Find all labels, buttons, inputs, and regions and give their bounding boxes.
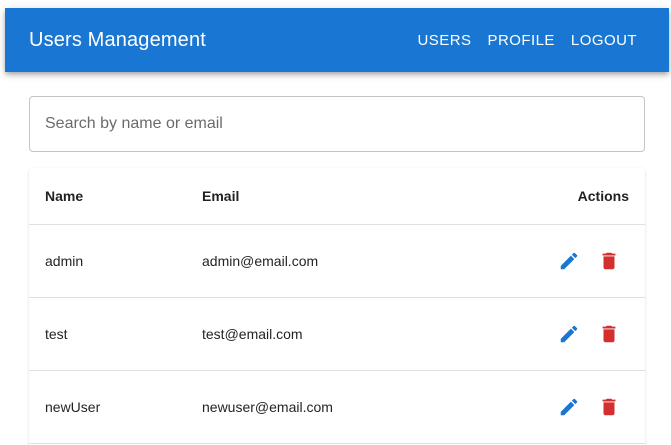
row-actions — [549, 241, 629, 281]
nav-profile-button[interactable]: PROFILE — [479, 26, 562, 55]
user-name: newUser — [45, 399, 101, 415]
nav-logout-button[interactable]: LOGOUT — [563, 26, 645, 55]
user-name: admin — [45, 253, 84, 269]
users-table: Name Email Actions admin admin@email.com — [29, 168, 645, 445]
column-header-actions: Actions — [577, 188, 629, 204]
nav-menu: USERS PROFILE LOGOUT — [410, 26, 646, 55]
row-actions — [549, 387, 629, 427]
edit-button[interactable] — [549, 314, 589, 354]
delete-icon — [602, 398, 616, 416]
edit-icon — [560, 325, 578, 343]
row-actions — [549, 314, 629, 354]
delete-icon — [602, 252, 616, 270]
table-row: test test@email.com — [29, 298, 645, 371]
delete-button[interactable] — [589, 387, 629, 427]
user-email: test@email.com — [202, 326, 303, 342]
user-email: newuser@email.com — [202, 399, 333, 415]
edit-icon — [560, 252, 578, 270]
table-header-row: Name Email Actions — [29, 168, 645, 225]
nav-users-button[interactable]: USERS — [410, 26, 480, 55]
edit-icon — [560, 398, 578, 416]
delete-button[interactable] — [589, 241, 629, 281]
delete-button[interactable] — [589, 314, 629, 354]
page: Users Management USERS PROFILE LOGOUT Na… — [0, 0, 671, 445]
table-row: admin admin@email.com — [29, 225, 645, 298]
user-email: admin@email.com — [202, 253, 319, 269]
column-header-name: Name — [45, 188, 84, 204]
edit-button[interactable] — [549, 387, 589, 427]
app-title: Users Management — [29, 28, 206, 51]
app-bar: Users Management USERS PROFILE LOGOUT — [5, 8, 669, 72]
search-field — [29, 96, 645, 152]
search-input[interactable] — [43, 114, 644, 134]
user-name: test — [45, 326, 68, 342]
delete-icon — [602, 325, 616, 343]
table-row: newUser newuser@email.com — [29, 371, 645, 444]
edit-button[interactable] — [549, 241, 589, 281]
column-header-email: Email — [202, 188, 240, 204]
